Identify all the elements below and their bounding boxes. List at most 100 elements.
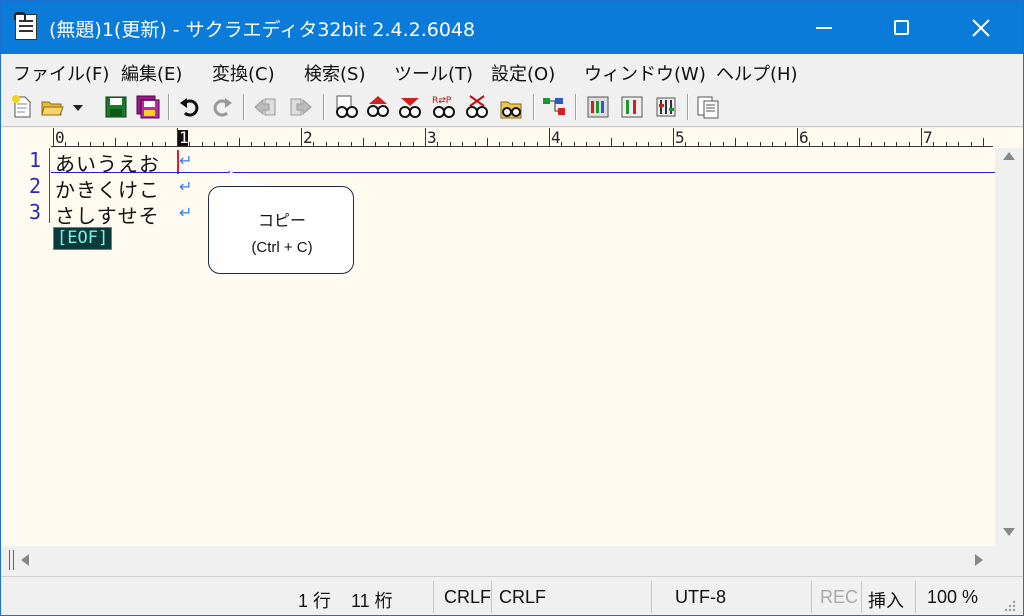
minimize-button[interactable] (784, 1, 864, 54)
resize-grip-icon[interactable] (1001, 597, 1017, 613)
status-eol-input[interactable]: CRLF (499, 587, 546, 608)
gutter-divider (49, 148, 50, 223)
ruler-tick (797, 128, 798, 146)
menu-tools[interactable]: ツール(T) (394, 60, 473, 86)
minimize-icon (816, 26, 832, 29)
menu-help[interactable]: ヘルプ(H) (716, 60, 798, 86)
status-column: 11 桁 (351, 591, 393, 611)
jump-forward-icon[interactable] (287, 94, 313, 120)
ruler-tick (896, 142, 897, 146)
ruler-label: 4 (551, 128, 561, 147)
scroll-up-icon[interactable] (1003, 152, 1015, 160)
open-dropdown-icon[interactable] (71, 94, 85, 120)
callout-title: コピー (257, 211, 306, 230)
toolbar-separator (168, 94, 170, 120)
close-button[interactable] (941, 1, 1021, 54)
notepad-app-icon[interactable] (14, 12, 37, 40)
clear-highlight-icon[interactable] (464, 94, 490, 120)
type-settings-icon[interactable] (619, 94, 645, 120)
title-bar[interactable]: (無題)1(更新) - サクラエディタ32bit 2.4.2.6048 (1, 1, 1023, 54)
window-title: (無題)1(更新) - サクラエディタ32bit 2.4.2.6048 (49, 19, 476, 41)
status-insert-mode[interactable]: 挿入 (868, 587, 904, 613)
ruler-tick (375, 142, 376, 146)
scroll-left-icon[interactable] (21, 554, 29, 566)
copy-callout: コピー (Ctrl + C) (208, 186, 354, 274)
toolbar-separator (243, 94, 245, 120)
horizontal-scrollbar[interactable] (1, 546, 995, 574)
ruler-tick (859, 138, 860, 146)
ruler-tick (822, 142, 823, 146)
ruler-tick (512, 142, 513, 146)
redo-icon[interactable] (209, 94, 235, 120)
ruler[interactable]: 0 1 2 3 4 5 6 7 (1, 128, 1023, 148)
text-cursor (177, 150, 179, 174)
toolbar-separator (323, 94, 325, 120)
ruler-tick (115, 138, 116, 146)
jump-back-icon[interactable] (253, 94, 279, 120)
replace-icon[interactable]: R⇄P (431, 94, 457, 120)
ruler-tick (351, 142, 352, 146)
ruler-tick (165, 142, 166, 146)
ruler-label: 6 (799, 128, 809, 147)
status-encoding[interactable]: UTF-8 (675, 587, 726, 608)
ruler-label: 2 (303, 128, 313, 147)
ruler-baseline (51, 146, 993, 147)
ruler-tick (871, 142, 872, 146)
maximize-button[interactable] (861, 1, 941, 54)
menu-window[interactable]: ウィンドウ(W) (584, 60, 706, 86)
menu-file[interactable]: ファイル(F) (13, 60, 109, 86)
ruler-tick (909, 142, 910, 146)
toolbar-separator (575, 94, 577, 120)
ruler-tick (661, 142, 662, 146)
menu-convert[interactable]: 変換(C) (212, 60, 275, 86)
ruler-label: 3 (427, 128, 437, 147)
ruler-tick (673, 128, 674, 146)
ruler-tick (239, 138, 240, 146)
callout-shortcut: (Ctrl + C) (251, 239, 313, 256)
vertical-scrollbar[interactable] (995, 148, 1023, 546)
outline-icon[interactable] (541, 94, 567, 120)
ruler-tick (177, 128, 178, 146)
ruler-label: 0 (55, 128, 65, 147)
find-icon[interactable] (333, 94, 359, 120)
ruler-tick (574, 142, 575, 146)
font-settings-icon[interactable] (653, 94, 679, 120)
ruler-tick (437, 142, 438, 146)
scroll-down-icon[interactable] (1003, 528, 1015, 536)
undo-icon[interactable] (177, 94, 203, 120)
line-number: 3 (28, 200, 41, 224)
ruler-tick (698, 142, 699, 146)
line-text[interactable]: さしすせそ (55, 200, 160, 229)
toolbar: R⇄P (1, 88, 1023, 127)
ruler-tick (326, 142, 327, 146)
save-all-icon[interactable] (135, 94, 161, 120)
scroll-right-icon[interactable] (975, 554, 983, 566)
line-text[interactable]: かきくけこ (55, 174, 160, 203)
menu-settings[interactable]: 設定(O) (491, 60, 555, 86)
ruler-tick (264, 142, 265, 146)
tag-jump-icon[interactable] (695, 94, 721, 120)
line-number: 1 (28, 148, 41, 172)
ruler-tick (227, 142, 228, 146)
ruler-tick (462, 142, 463, 146)
settings-icon[interactable] (585, 94, 611, 120)
status-eol[interactable]: CRLF (444, 587, 491, 608)
find-prev-icon[interactable] (365, 94, 391, 120)
ruler-tick (958, 142, 959, 146)
find-next-icon[interactable] (397, 94, 423, 120)
grep-icon[interactable] (498, 94, 524, 120)
ruler-tick (599, 142, 600, 146)
save-icon[interactable] (103, 94, 129, 120)
ruler-tick (313, 142, 314, 146)
text-editor-area[interactable]: 1 あいうえお ↵ 2 かきくけこ ↵ 3 さしすせそ ↵ [EOF] (1, 148, 995, 546)
menu-edit[interactable]: 編集(E) (121, 60, 182, 86)
new-file-icon[interactable] (9, 94, 35, 120)
line-number: 2 (28, 174, 41, 198)
split-handle[interactable] (9, 550, 14, 570)
status-rec: REC (820, 587, 859, 607)
open-file-icon[interactable] (39, 94, 65, 120)
ruler-tick (251, 142, 252, 146)
line-end-icon: ↵ (179, 177, 193, 196)
menu-search[interactable]: 検索(S) (304, 60, 365, 86)
status-zoom[interactable]: 100 % (927, 587, 978, 608)
